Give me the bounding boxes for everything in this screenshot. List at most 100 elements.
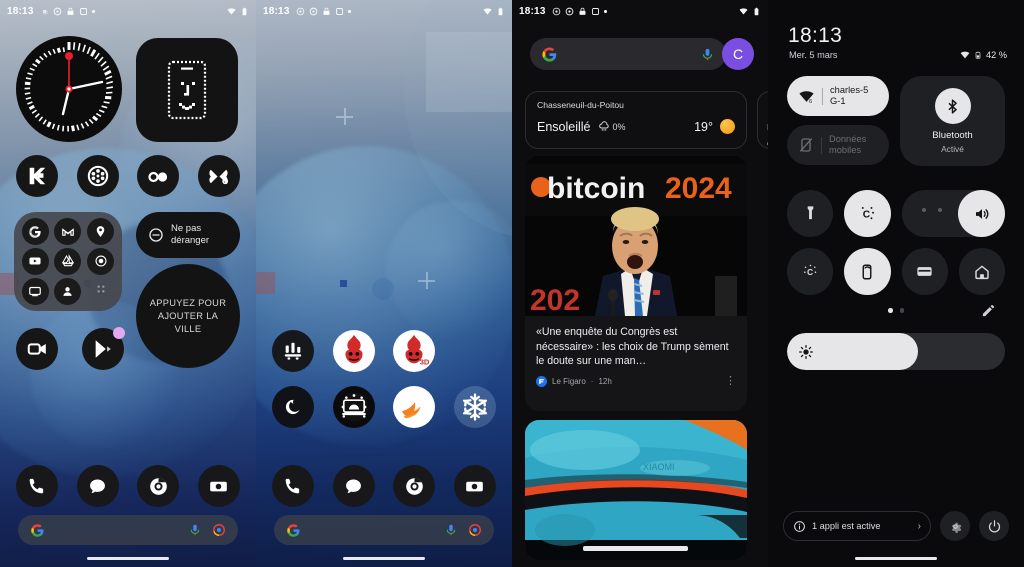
microphone-icon[interactable] [700, 47, 715, 62]
app-icon-voicemail[interactable] [137, 155, 180, 197]
app-icon-3dmark[interactable] [272, 330, 314, 372]
folder-icon-youtube[interactable] [21, 247, 49, 275]
dock-icon-phone[interactable] [16, 465, 58, 507]
app-icon-butterfly[interactable] [197, 155, 240, 197]
google-search-bar[interactable] [18, 515, 238, 545]
dock-icon-camera[interactable] [453, 465, 496, 507]
status-right-icons [483, 7, 505, 16]
bluetooth-icon [948, 98, 957, 114]
folder-icon-drive[interactable] [54, 247, 82, 275]
google-search-bar[interactable] [274, 515, 494, 545]
flashlight-tile[interactable] [787, 190, 834, 237]
record-icon [309, 7, 317, 15]
discover-search-bar[interactable] [530, 38, 726, 70]
microphone-icon[interactable] [444, 523, 458, 537]
rotate-device-icon [862, 264, 872, 279]
volume-tile[interactable] [901, 190, 1006, 237]
dock-icon-camera[interactable] [197, 465, 240, 507]
status-icons [296, 7, 351, 16]
app-icon-geekbench[interactable] [332, 386, 375, 428]
app-icon-swiftshader[interactable] [393, 386, 436, 428]
folder-icon-google[interactable] [21, 218, 49, 246]
qs-clock[interactable]: 18:13 [788, 24, 842, 48]
avatar[interactable]: C [722, 38, 754, 70]
app-icon-play-store[interactable] [82, 327, 125, 370]
app-icon-cooling[interactable] [453, 386, 496, 428]
square-icon [591, 7, 599, 15]
page-dot-active[interactable] [888, 308, 893, 313]
folder-more-apps[interactable] [94, 282, 108, 301]
volume-dots [921, 208, 942, 212]
google-folder[interactable] [14, 212, 122, 311]
app-icon-kdenlive[interactable] [16, 155, 58, 197]
svg-text:2024: 2024 [665, 172, 732, 205]
folder-icon-tv[interactable] [21, 277, 49, 305]
qs-date[interactable]: Mer. 5 mars [789, 50, 838, 60]
weather-card[interactable]: Chasseneuil-du-Poitou Ensoleillé 0% 19° [525, 91, 747, 149]
mobile-data-tile[interactable]: Données mobiles [787, 125, 889, 165]
google-g-icon [287, 523, 300, 537]
app-icon-furmark-3d[interactable]: 3D [393, 330, 436, 372]
wifi-icon [960, 51, 970, 59]
mobile-data-off-icon [800, 138, 812, 152]
settings-side-card[interactable]: Per esp [757, 91, 768, 149]
settings-button[interactable] [940, 511, 970, 541]
navigation-pill[interactable] [87, 557, 169, 560]
bluetooth-icon-wrapper [934, 88, 971, 124]
dock-icon-chrome[interactable] [393, 465, 436, 507]
do-not-disturb-widget[interactable]: Ne pas déranger [136, 212, 240, 258]
app-icon-meet[interactable] [16, 328, 58, 370]
adaptive-brightness-tile[interactable]: C [787, 248, 834, 295]
wallpaper-rect [426, 32, 512, 112]
panel-quick-settings: 18:13 Mer. 5 mars 42 % 6 charles-5 G-1 D… [768, 0, 1024, 567]
benchmark-icon [339, 392, 369, 422]
kebab-menu-icon[interactable]: ⋮ [725, 376, 736, 387]
app-row-2 [272, 386, 496, 428]
wifi-tile[interactable]: 6 charles-5 G-1 [787, 76, 889, 116]
google-lens-icon[interactable] [212, 523, 226, 537]
add-city-widget[interactable]: APPUYEZ POUR AJOUTER LA VILLE [136, 264, 240, 368]
home-controls-tile[interactable] [958, 248, 1005, 295]
news-photo-blue-car: XIAOMI [525, 420, 747, 560]
google-lens-icon[interactable] [468, 523, 482, 537]
volume-knob[interactable] [958, 190, 1006, 237]
microphone-icon[interactable] [188, 523, 202, 537]
navigation-pill[interactable] [855, 557, 937, 560]
wifi-ssid-line-2: G-1 [830, 96, 846, 106]
pixel-face-widget[interactable] [136, 38, 238, 142]
google-g-icon [542, 46, 557, 62]
dock-icon-messages[interactable] [332, 465, 375, 507]
wifi-icon [739, 7, 748, 14]
bluetooth-tile[interactable]: Bluetooth Activé [900, 76, 1005, 166]
power-button[interactable] [979, 511, 1009, 541]
dock-icon-phone[interactable] [272, 465, 314, 507]
folder-icon-photos[interactable] [87, 247, 115, 275]
app-icon-film-reel[interactable] [76, 155, 119, 197]
brightness-slider[interactable] [787, 333, 1005, 370]
news-card[interactable]: XIAOMI [525, 420, 747, 560]
app-icon-firefox[interactable] [272, 386, 314, 428]
active-apps-button[interactable]: 1 appli est active › [783, 511, 931, 541]
wallpaper-plus [418, 272, 435, 289]
auto-rotate-tile[interactable] [844, 248, 891, 295]
wallet-tile[interactable] [901, 248, 948, 295]
brightness-auto-icon: C [803, 264, 816, 277]
analog-clock-widget[interactable] [16, 36, 122, 142]
app-icon-furmark[interactable] [332, 330, 375, 372]
gmail-icon [62, 228, 74, 236]
status-time: 18:13 [263, 5, 290, 17]
folder-icon-gmail[interactable] [54, 218, 82, 246]
page-dot[interactable] [899, 308, 904, 313]
svg-text:C: C [863, 209, 871, 220]
navigation-pill[interactable] [343, 557, 425, 560]
wifi-icon [483, 7, 492, 14]
night-light-tile[interactable]: C [844, 190, 891, 237]
folder-icon-maps[interactable] [87, 218, 115, 246]
wallet-icon [917, 267, 932, 276]
qs-edit-button[interactable] [981, 303, 996, 323]
news-card[interactable]: bitcoin 2024 202 «Une enquête du Congrès… [525, 156, 747, 411]
dock-icon-chrome[interactable] [137, 465, 180, 507]
weather-temperature: 19° [694, 119, 713, 134]
folder-icon-contacts[interactable] [54, 277, 82, 305]
dock-icon-messages[interactable] [76, 465, 119, 507]
